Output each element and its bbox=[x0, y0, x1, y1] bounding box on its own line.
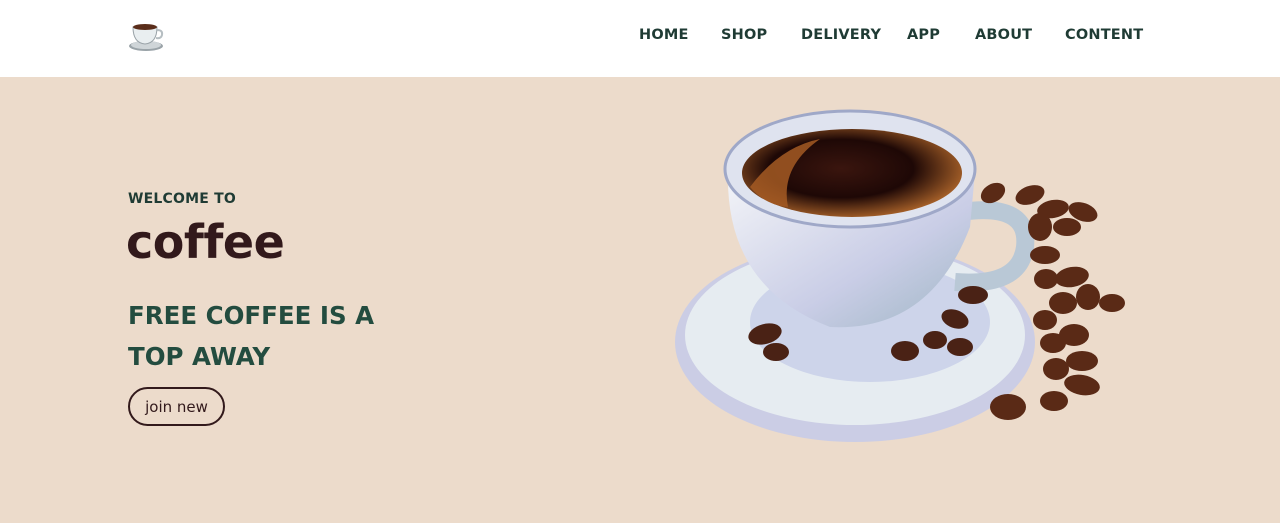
nav-link-about[interactable]: ABOUT bbox=[975, 27, 1032, 43]
top-navbar: HOME SHOP DELIVERY APP ABOUT CONTENT bbox=[0, 0, 1280, 77]
welcome-label: WELCOME TO bbox=[128, 191, 236, 207]
hero-tagline: FREE COFFEE IS A TOP AWAY bbox=[128, 301, 375, 371]
coffee-cup-illustration bbox=[675, 109, 1125, 442]
nav-link-home[interactable]: HOME bbox=[639, 27, 689, 43]
coffee-cup-icon[interactable] bbox=[128, 21, 166, 53]
nav-link-app[interactable]: APP bbox=[907, 27, 940, 43]
hero-title: coffee bbox=[126, 215, 285, 269]
hero-section: WELCOME TO coffee FREE COFFEE IS A TOP A… bbox=[0, 77, 1280, 523]
nav-link-shop[interactable]: SHOP bbox=[721, 27, 767, 43]
join-button[interactable]: join new bbox=[128, 387, 225, 426]
nav-link-delivery[interactable]: DELIVERY bbox=[801, 27, 881, 43]
nav-link-content[interactable]: CONTENT bbox=[1065, 27, 1143, 43]
